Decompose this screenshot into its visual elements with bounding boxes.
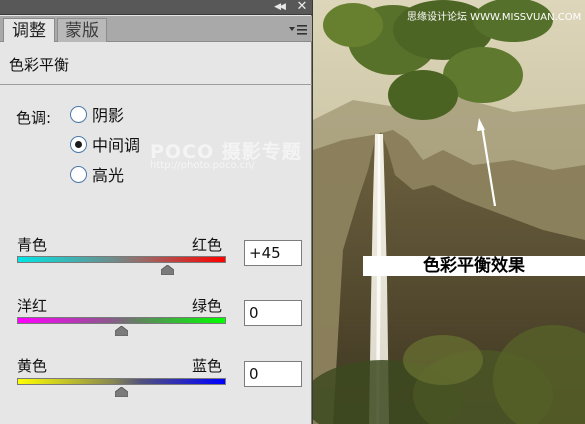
- blue-label: 蓝色: [192, 357, 223, 375]
- landscape-illustration: [313, 0, 585, 424]
- radio-highlights[interactable]: 高光: [70, 164, 125, 185]
- radio-shadows[interactable]: 阴影: [70, 104, 125, 125]
- cyan-label: 青色: [17, 236, 48, 254]
- red-label: 红色: [192, 236, 223, 254]
- screen: ◀◀ ✕ 调整 蒙版 色彩平衡 色调: 阴影 中间调 高光 青色 红色 +45 …: [0, 0, 585, 424]
- photo-preview: 思缘设计论坛 WWW.MISSVUAN.COM 色彩平衡效果: [313, 0, 585, 424]
- magenta-green-value-input[interactable]: 0: [244, 300, 302, 326]
- divider: [0, 84, 312, 85]
- yellow-blue-value-input[interactable]: 0: [244, 361, 302, 387]
- panel-title: 色彩平衡: [9, 56, 70, 74]
- cyan-red-slider-thumb[interactable]: [160, 265, 174, 275]
- adjustments-panel: ◀◀ ✕ 调整 蒙版 色彩平衡 色调: 阴影 中间调 高光 青色 红色 +45 …: [0, 0, 312, 424]
- site-watermark: 思缘设计论坛 WWW.MISSVUAN.COM: [407, 12, 582, 23]
- radio-button[interactable]: [70, 135, 87, 153]
- radio-button[interactable]: [70, 165, 87, 183]
- radio-label: 阴影: [92, 106, 125, 125]
- radio-button[interactable]: [70, 105, 87, 123]
- magenta-green-slider-track[interactable]: [17, 317, 226, 324]
- magenta-green-slider-thumb[interactable]: [115, 326, 128, 336]
- radio-label: 高光: [92, 166, 125, 185]
- radio-label: 中间调: [92, 136, 141, 155]
- tab-masks[interactable]: 蒙版: [57, 18, 107, 42]
- cyan-red-value-input[interactable]: +45: [244, 240, 302, 266]
- yellow-label: 黄色: [17, 357, 48, 375]
- tab-adjustments[interactable]: 调整: [3, 18, 55, 42]
- panel-title-bar: ◀◀ ✕: [0, 0, 312, 15]
- cyan-red-slider-track[interactable]: [17, 256, 226, 263]
- yellow-blue-slider-thumb[interactable]: [115, 387, 128, 397]
- magenta-label: 洋红: [17, 297, 48, 315]
- tab-strip: 调整 蒙版: [0, 16, 312, 42]
- effect-caption: 色彩平衡效果: [363, 256, 585, 276]
- panel-menu-icon[interactable]: [288, 23, 308, 37]
- yellow-blue-slider-track[interactable]: [17, 378, 226, 385]
- close-icon[interactable]: ✕: [295, 0, 309, 14]
- tone-label: 色调:: [16, 109, 52, 127]
- collapse-icon[interactable]: ◀◀: [270, 1, 288, 13]
- poco-watermark-url: http://photo.poco.cn/: [150, 160, 255, 171]
- green-label: 绿色: [192, 297, 223, 315]
- radio-midtones[interactable]: 中间调: [70, 134, 141, 155]
